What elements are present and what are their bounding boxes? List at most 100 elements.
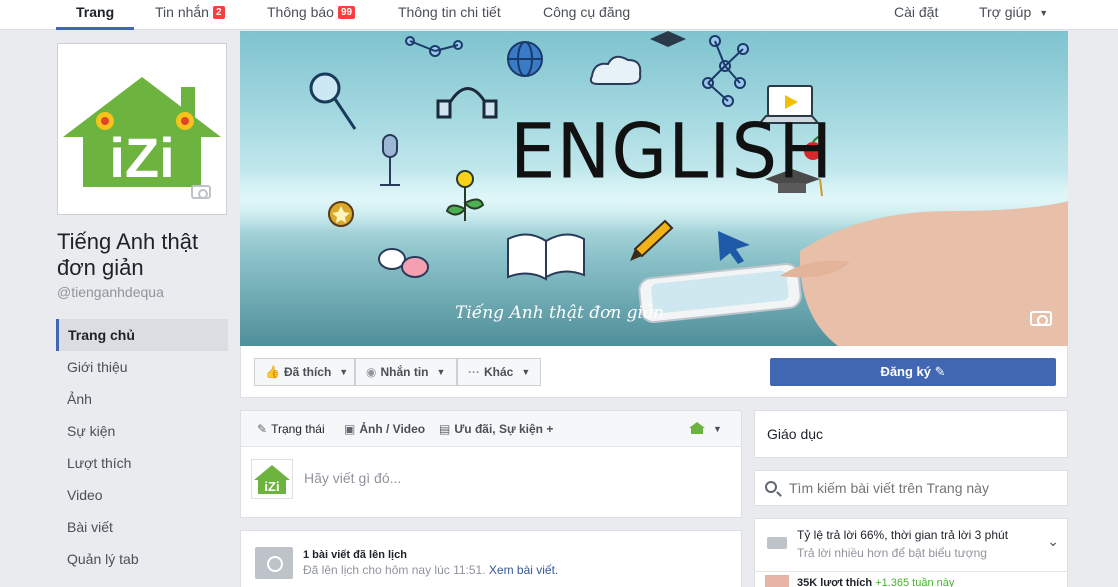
response-rate-subtitle: Trả lời nhiều hơn để bật biểu tượng xyxy=(797,546,987,560)
camera-icon[interactable] xyxy=(191,185,211,199)
composer-tab-offer-event-label: Ưu đãi, Sự kiện + xyxy=(454,422,554,436)
composer-tab-status-label: Trạng thái xyxy=(271,422,325,436)
composer-tab-status[interactable]: ✎ Trạng thái xyxy=(257,411,325,447)
chevron-down-icon[interactable]: ⌄ xyxy=(1047,533,1059,550)
lightbulb-doodle-icon xyxy=(445,170,485,221)
profile-picture[interactable]: iZi xyxy=(57,43,227,215)
composer-tab-photo-video-label: Ảnh / Video xyxy=(359,422,426,436)
view-post-link[interactable]: Xem bài viết. xyxy=(489,563,558,577)
left-navigation: Trang chủ Giới thiệu Ảnh Sự kiện Lượt th… xyxy=(56,319,228,575)
nav-item-photos[interactable]: Ảnh xyxy=(56,383,228,415)
scheduled-title: 1 bài viết đã lên lịch xyxy=(303,549,407,561)
more-button[interactable]: ··· Khác ▼ xyxy=(457,358,541,386)
tab-notifications-label: Thông báo xyxy=(267,4,334,20)
pencil-icon: ✎ xyxy=(257,422,268,436)
tab-messages-label: Tin nhắn xyxy=(155,4,209,20)
edit-pencil-icon: ✎ xyxy=(934,364,946,379)
post-as-selector[interactable]: ▼ xyxy=(689,411,722,447)
magnifier-doodle-icon xyxy=(309,72,357,130)
izi-logo: iZi xyxy=(63,49,221,209)
chevron-down-icon: ▼ xyxy=(713,424,722,434)
tab-publishing-tools-label: Công cụ đăng xyxy=(543,4,631,20)
messenger-icon: ◉ xyxy=(366,365,377,379)
page-username[interactable]: @tienganhdequa xyxy=(57,284,164,300)
nav-item-likes[interactable]: Lượt thích xyxy=(56,447,228,479)
tab-publishing-tools[interactable]: Công cụ đăng xyxy=(543,0,630,30)
cover-photo[interactable]: ENGLISH Tiếng Anh thật đơn giản xyxy=(240,31,1068,346)
tab-notifications[interactable]: Thông báo 99 xyxy=(267,0,356,30)
offer-icon: ▤ xyxy=(439,422,451,436)
tab-settings[interactable]: Cài đặt xyxy=(894,0,938,30)
likes-thumbnail xyxy=(765,575,789,587)
headphones-doodle-icon xyxy=(436,87,498,119)
tab-messages[interactable]: Tin nhắn 2 xyxy=(155,0,225,30)
svg-text:iZi: iZi xyxy=(264,479,279,494)
globe-doodle-icon xyxy=(507,41,543,77)
tab-help[interactable]: Trợ giúp ▼ xyxy=(979,0,1048,30)
cloud-doodle-icon xyxy=(589,55,642,85)
nav-item-home[interactable]: Trang chủ xyxy=(56,319,228,351)
molecule-doodle-icon xyxy=(405,36,463,57)
divider xyxy=(755,571,1067,572)
clock-icon xyxy=(255,547,293,579)
notifications-count-badge: 99 xyxy=(337,6,356,19)
chat-icon xyxy=(767,537,787,549)
tab-page-label: Trang xyxy=(76,4,115,20)
svg-text:iZi: iZi xyxy=(109,126,174,189)
thumbs-up-icon: 👍 xyxy=(265,365,280,379)
scheduled-subtitle: Đã lên lịch cho hôm nay lúc 11:51. Xem b… xyxy=(303,563,559,577)
nav-item-manage-tabs[interactable]: Quản lý tab xyxy=(56,543,228,575)
search-input[interactable] xyxy=(789,471,1059,505)
tab-insights-label: Thông tin chi tiết xyxy=(398,4,501,20)
avatar: iZi xyxy=(251,459,293,499)
nav-item-about[interactable]: Giới thiệu xyxy=(56,351,228,383)
tab-settings-label: Cài đặt xyxy=(894,4,939,20)
camera-icon: ▣ xyxy=(344,422,356,436)
liked-button[interactable]: 👍 Đã thích ▼ xyxy=(254,358,355,386)
page-category[interactable]: Giáo dục xyxy=(754,410,1068,458)
response-rate-card: Tỷ lệ trả lời 66%, thời gian trả lời 3 p… xyxy=(754,518,1068,587)
chevron-down-icon: ▼ xyxy=(436,367,446,377)
nav-item-events[interactable]: Sự kiện xyxy=(56,415,228,447)
likes-weekly-delta: +1.365 tuần này xyxy=(875,577,955,587)
network-doodle-icon xyxy=(702,35,749,107)
chevron-down-icon: ▼ xyxy=(521,367,531,377)
house-logo-icon xyxy=(689,422,705,434)
chat-bubbles-doodle-icon xyxy=(378,248,429,278)
graduation-doodle-icon xyxy=(650,31,686,47)
cursor-arrow-doodle-icon xyxy=(718,231,750,264)
search-icon xyxy=(765,481,777,493)
ellipsis-icon: ··· xyxy=(468,365,480,379)
signup-button[interactable]: Đăng ký ✎ xyxy=(770,358,1056,386)
tab-insights[interactable]: Thông tin chi tiết xyxy=(398,0,501,30)
book-doodle-icon xyxy=(507,233,585,281)
composer-tab-offer-event[interactable]: ▤ Ưu đãi, Sự kiện + xyxy=(439,411,553,447)
scheduled-posts-card: 1 bài viết đã lên lịch Đã lên lịch cho h… xyxy=(240,530,742,587)
composer-tab-photo-video[interactable]: ▣ Ảnh / Video xyxy=(344,411,425,447)
microphone-doodle-icon xyxy=(380,134,400,186)
post-composer: ✎ Trạng thái ▣ Ảnh / Video ▤ Ưu đãi, Sự kiệ… xyxy=(240,410,742,518)
cover-subtitle: Tiếng Anh thật đơn giản xyxy=(455,303,665,323)
composer-input[interactable]: Hãy viết gì đó... xyxy=(304,470,401,486)
signup-button-label: Đăng ký xyxy=(880,364,932,379)
chevron-down-icon: ▼ xyxy=(339,367,349,377)
likes-summary: 35K lượt thích +1.365 tuần này xyxy=(797,577,955,587)
page-post-search[interactable] xyxy=(754,470,1068,506)
cover-camera-icon[interactable] xyxy=(1030,311,1052,326)
more-button-label: Khác xyxy=(484,365,514,379)
message-button[interactable]: ◉ Nhắn tin ▼ xyxy=(355,358,457,386)
composer-tabs: ✎ Trạng thái ▣ Ảnh / Video ▤ Ưu đãi, Sự kiệ… xyxy=(241,411,741,447)
liked-button-label: Đã thích xyxy=(283,365,332,379)
nav-item-posts[interactable]: Bài viết xyxy=(56,511,228,543)
tab-page[interactable]: Trang xyxy=(56,0,135,30)
page-tabs-bar: Trang Tin nhắn 2 Thông báo 99 Thông tin ch… xyxy=(0,0,1118,30)
pencil-doodle-icon xyxy=(630,219,674,261)
page-title: Tiếng Anh thật đơn giản xyxy=(57,229,199,280)
nav-item-videos[interactable]: Video xyxy=(56,479,228,511)
messages-count-badge: 2 xyxy=(212,6,225,19)
response-rate-title: Tỷ lệ trả lời 66%, thời gian trả lời 3 p… xyxy=(797,528,1009,542)
hand-phone-image xyxy=(638,201,1068,346)
page-action-bar: 👍 Đã thích ▼ ◉ Nhắn tin ▼ ··· Khác ▼ Đăng ký ✎ xyxy=(240,346,1068,398)
award-badge-doodle-icon xyxy=(328,201,354,227)
chevron-down-icon: ▼ xyxy=(1039,8,1049,18)
